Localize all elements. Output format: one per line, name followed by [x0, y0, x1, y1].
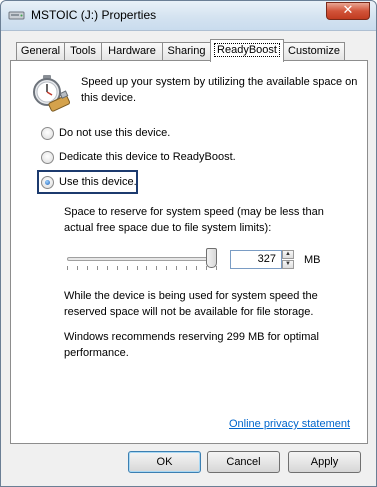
- option-label: Use this device.: [59, 176, 137, 188]
- slider-tick: [87, 266, 88, 270]
- slider-tick: [186, 266, 187, 270]
- properties-window: MSTOIC (J:) Properties ✕ General Tools H…: [0, 0, 377, 487]
- stopwatch-usb-icon: [33, 75, 71, 112]
- slider-tick: [166, 266, 167, 270]
- ok-button[interactable]: OK: [128, 451, 201, 473]
- slider-ticks: [67, 266, 217, 270]
- close-button[interactable]: ✕: [326, 2, 370, 20]
- slider-tick: [117, 266, 118, 270]
- window-title: MSTOIC (J:) Properties: [31, 8, 157, 22]
- option-use-device[interactable]: Use this device.: [41, 174, 137, 190]
- reserve-slider[interactable]: [67, 257, 217, 261]
- reserve-spinner: ▲ ▼: [282, 250, 294, 269]
- usage-note: While the device is being used for syste…: [64, 290, 318, 318]
- apply-button[interactable]: Apply: [288, 451, 361, 473]
- close-icon: ✕: [342, 3, 354, 18]
- option-label: Dedicate this device to ReadyBoost.: [59, 151, 236, 163]
- spin-down-button[interactable]: ▼: [282, 260, 294, 269]
- slider-tick: [77, 266, 78, 270]
- slider-tick: [216, 266, 217, 270]
- tab-readyboost[interactable]: ReadyBoost: [210, 39, 284, 62]
- radio-dedicate[interactable]: [41, 150, 54, 164]
- slider-tick: [137, 266, 138, 270]
- option-dedicate[interactable]: Dedicate this device to ReadyBoost.: [41, 149, 236, 165]
- arrow-up-icon: ▲: [285, 251, 291, 257]
- arrow-down-icon: ▼: [285, 261, 291, 267]
- slider-tick: [156, 266, 157, 270]
- tab-hardware[interactable]: Hardware: [101, 42, 163, 61]
- slider-tick: [107, 266, 108, 270]
- option-do-not-use[interactable]: Do not use this device.: [41, 125, 170, 141]
- unit-label: MB: [304, 254, 321, 266]
- readyboost-panel: Speed up your system by utilizing the av…: [10, 60, 368, 444]
- option-label: Do not use this device.: [59, 127, 171, 139]
- tab-tools[interactable]: Tools: [64, 42, 102, 61]
- spin-up-button[interactable]: ▲: [282, 250, 294, 259]
- slider-tick: [176, 266, 177, 270]
- slider-tick: [97, 266, 98, 270]
- title-bar[interactable]: MSTOIC (J:) Properties ✕: [1, 1, 376, 31]
- slider-thumb[interactable]: [206, 248, 217, 268]
- radio-do-not-use[interactable]: [41, 126, 54, 140]
- cancel-button[interactable]: Cancel: [207, 451, 280, 473]
- privacy-statement-link[interactable]: Online privacy statement: [229, 418, 350, 430]
- slider-tick: [196, 266, 197, 270]
- intro-text: Speed up your system by utilizing the av…: [81, 76, 358, 104]
- drive-icon: [8, 11, 25, 20]
- recommendation-text: Windows recommends reserving 299 MB for …: [64, 331, 319, 359]
- tab-customize[interactable]: Customize: [283, 42, 345, 61]
- reserve-size-input[interactable]: 327: [230, 250, 282, 269]
- tab-general[interactable]: General: [16, 42, 65, 61]
- slider-tick: [67, 266, 68, 270]
- slider-tick: [146, 266, 147, 270]
- radio-use-device[interactable]: [41, 175, 54, 189]
- slider-tick: [127, 266, 128, 270]
- tab-sharing[interactable]: Sharing: [162, 42, 211, 61]
- reserve-label: Space to reserve for system speed (may b…: [64, 206, 324, 234]
